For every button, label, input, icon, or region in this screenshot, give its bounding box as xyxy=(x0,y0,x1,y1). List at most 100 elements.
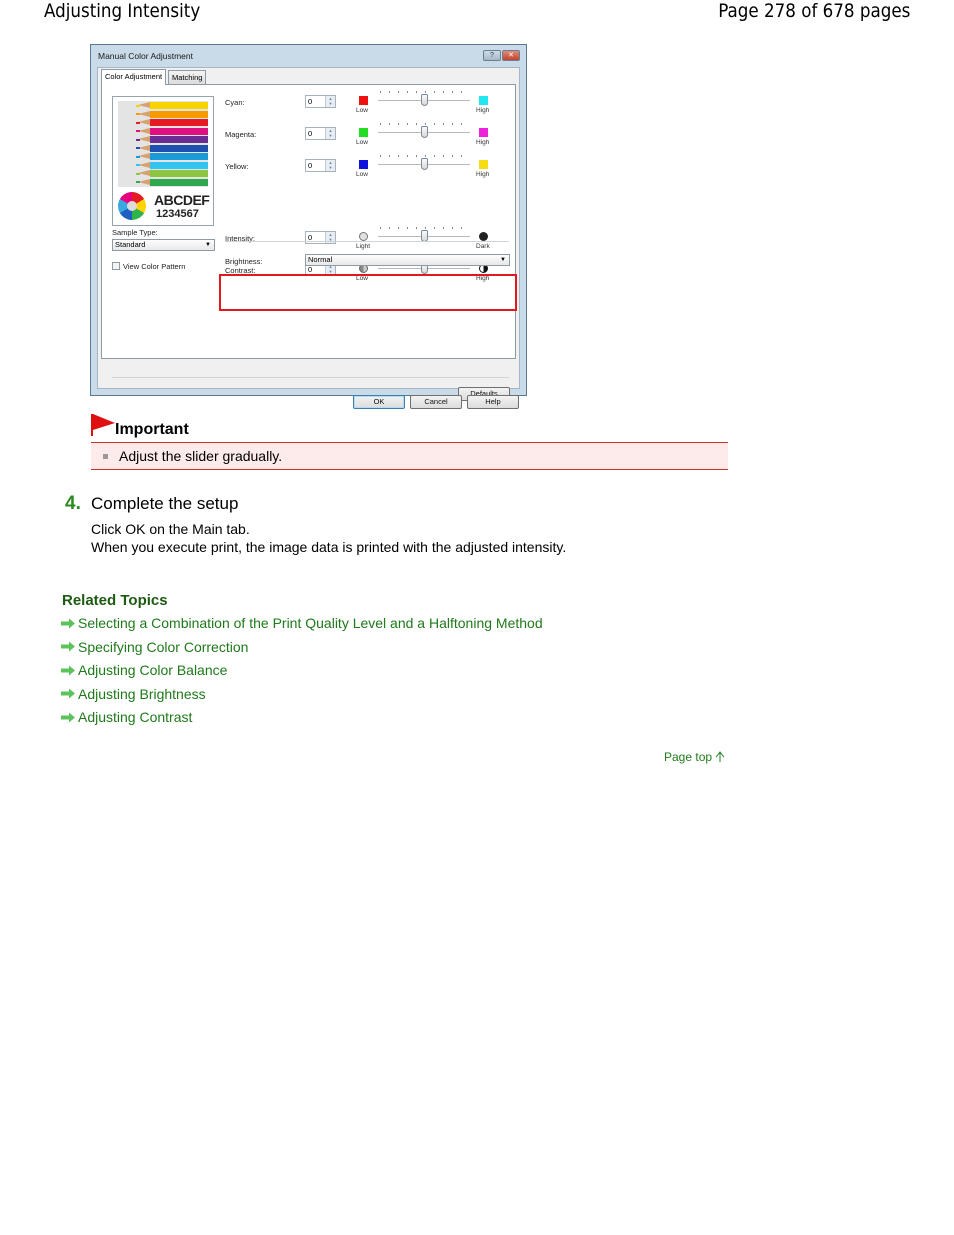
spin-arrows-icon[interactable]: ▲ ▼ xyxy=(325,160,335,171)
page-top-label: Page top xyxy=(664,750,713,764)
intensity-highlight-box xyxy=(219,274,517,311)
tab-matching[interactable]: Matching xyxy=(168,70,207,84)
pencil-body xyxy=(150,136,208,143)
page-top-link[interactable]: Page top xyxy=(664,750,725,764)
low-color-swatch-icon xyxy=(359,128,368,137)
high-color-swatch-icon xyxy=(479,160,488,169)
arrow-right-icon xyxy=(61,618,75,628)
page-number: Page 278 of 678 pages xyxy=(717,0,910,22)
pencil-tip xyxy=(136,104,140,107)
bullet-icon xyxy=(103,454,108,459)
related-link-label: Selecting a Combination of the Print Qua… xyxy=(78,615,543,631)
sample-preview: ABCDEF 1234567 xyxy=(112,96,214,226)
low-label: Light xyxy=(356,243,371,250)
document-title: Adjusting Intensity xyxy=(44,0,201,22)
help-button[interactable]: Help xyxy=(467,395,519,409)
step-number: 4. xyxy=(65,493,81,514)
chevron-down-icon: ▼ xyxy=(500,257,506,263)
related-link[interactable]: Adjusting Contrast xyxy=(60,709,192,725)
light-circle-icon xyxy=(359,232,368,241)
pencil xyxy=(118,169,208,177)
magenta-value: 0 xyxy=(308,129,313,138)
sample-type-label: Sample Type: xyxy=(112,228,158,237)
ok-button[interactable]: OK xyxy=(353,395,405,409)
pencil xyxy=(118,135,208,143)
pencil-tip xyxy=(136,181,140,183)
pencil-tip xyxy=(136,130,140,132)
view-color-pattern-checkbox[interactable] xyxy=(112,262,120,270)
magenta-label: Magenta: xyxy=(225,130,257,139)
arrow-right-icon xyxy=(61,688,75,699)
slider-ticks xyxy=(380,123,470,125)
pencil-tip xyxy=(136,164,140,166)
related-link[interactable]: Selecting a Combination of the Print Qua… xyxy=(60,615,543,631)
pencil-body xyxy=(150,170,208,177)
arrow-right-icon xyxy=(61,712,75,723)
pencil-tip xyxy=(136,172,140,175)
step-title: Complete the setup xyxy=(91,494,239,513)
arrow-right-icon xyxy=(61,641,75,652)
view-color-pattern-label: View Color Pattern xyxy=(123,262,186,271)
flag-icon xyxy=(91,414,115,436)
manual-color-adjustment-dialog: Manual Color Adjustment ? ✕ Color Adjust… xyxy=(90,44,527,409)
tab-color-adjustment[interactable]: Color Adjustment xyxy=(101,69,167,85)
low-label: Low xyxy=(356,139,368,146)
dialog-body: Color Adjustment Matching ABCDEF 1234567… xyxy=(97,67,520,409)
slider-ticks xyxy=(380,227,470,229)
pencil-body xyxy=(150,178,208,186)
high-color-swatch-icon xyxy=(479,128,488,137)
pencil xyxy=(118,144,208,152)
pencil-body xyxy=(150,127,208,135)
brightness-label: Brightness: xyxy=(225,257,263,266)
sample-type-select[interactable]: Standard ▼ xyxy=(112,239,215,251)
step-text: When you execute print, the image data i… xyxy=(91,539,567,555)
related-link[interactable]: Adjusting Brightness xyxy=(60,686,206,702)
yellow-label: Yellow: xyxy=(225,162,249,171)
pencil-tip xyxy=(136,121,140,124)
cyan-slider-thumb[interactable] xyxy=(421,94,428,106)
slider-ticks xyxy=(380,155,470,157)
divider xyxy=(225,241,509,242)
color-wheel-icon xyxy=(118,192,146,220)
pencil-body xyxy=(150,144,208,152)
important-item: Adjust the slider gradually. xyxy=(119,448,283,464)
pencil-body xyxy=(150,119,208,126)
dark-circle-icon xyxy=(479,232,488,241)
pencil xyxy=(118,161,208,169)
pencil xyxy=(118,118,208,126)
help-title-button[interactable]: ? xyxy=(483,50,501,61)
related-link-label: Adjusting Color Balance xyxy=(78,662,228,679)
brightness-select[interactable]: Normal ▼ xyxy=(305,254,510,266)
yellow-slider-thumb[interactable] xyxy=(421,158,428,170)
intensity-spinbox[interactable]: 0 ▲ ▼ xyxy=(305,231,336,244)
low-label: Low xyxy=(356,171,368,178)
cyan-spinbox[interactable]: 0 ▲ ▼ xyxy=(305,95,336,108)
pencil-body xyxy=(150,102,208,109)
close-button[interactable]: ✕ xyxy=(502,50,520,61)
cancel-button[interactable]: Cancel xyxy=(410,395,462,409)
magenta-slider-thumb[interactable] xyxy=(421,126,428,138)
cyan-value: 0 xyxy=(308,97,313,106)
related-link[interactable]: Adjusting Color Balance xyxy=(60,662,227,678)
important-title: Important xyxy=(115,421,189,438)
title-bar-buttons: ? ✕ xyxy=(483,50,520,61)
arrow-right-icon xyxy=(61,665,75,676)
low-label: Low xyxy=(356,107,368,114)
spin-arrows-icon[interactable]: ▲ ▼ xyxy=(325,96,335,107)
related-link-label: Adjusting Contrast xyxy=(78,709,193,726)
related-topics-heading: Related Topics xyxy=(62,592,168,609)
step-text: Click OK on the Main tab. xyxy=(91,521,250,537)
yellow-spinbox[interactable]: 0 ▲ ▼ xyxy=(305,159,336,172)
sample-text-numbers: 1234567 xyxy=(156,208,199,220)
tab-panel: ABCDEF 1234567 Sample Type: Standard ▼ V… xyxy=(101,84,517,401)
related-link-label: Specifying Color Correction xyxy=(78,638,249,655)
sample-type-value: Standard xyxy=(115,240,146,249)
related-link[interactable]: Specifying Color Correction xyxy=(60,639,248,655)
pencil xyxy=(118,110,208,118)
pencil xyxy=(118,178,208,186)
spin-arrows-icon[interactable]: ▲ ▼ xyxy=(325,128,335,139)
sample-text-letters: ABCDEF xyxy=(154,192,210,208)
pencil-body xyxy=(150,153,208,160)
magenta-spinbox[interactable]: 0 ▲ ▼ xyxy=(305,127,336,140)
related-link-label: Adjusting Brightness xyxy=(78,685,206,702)
